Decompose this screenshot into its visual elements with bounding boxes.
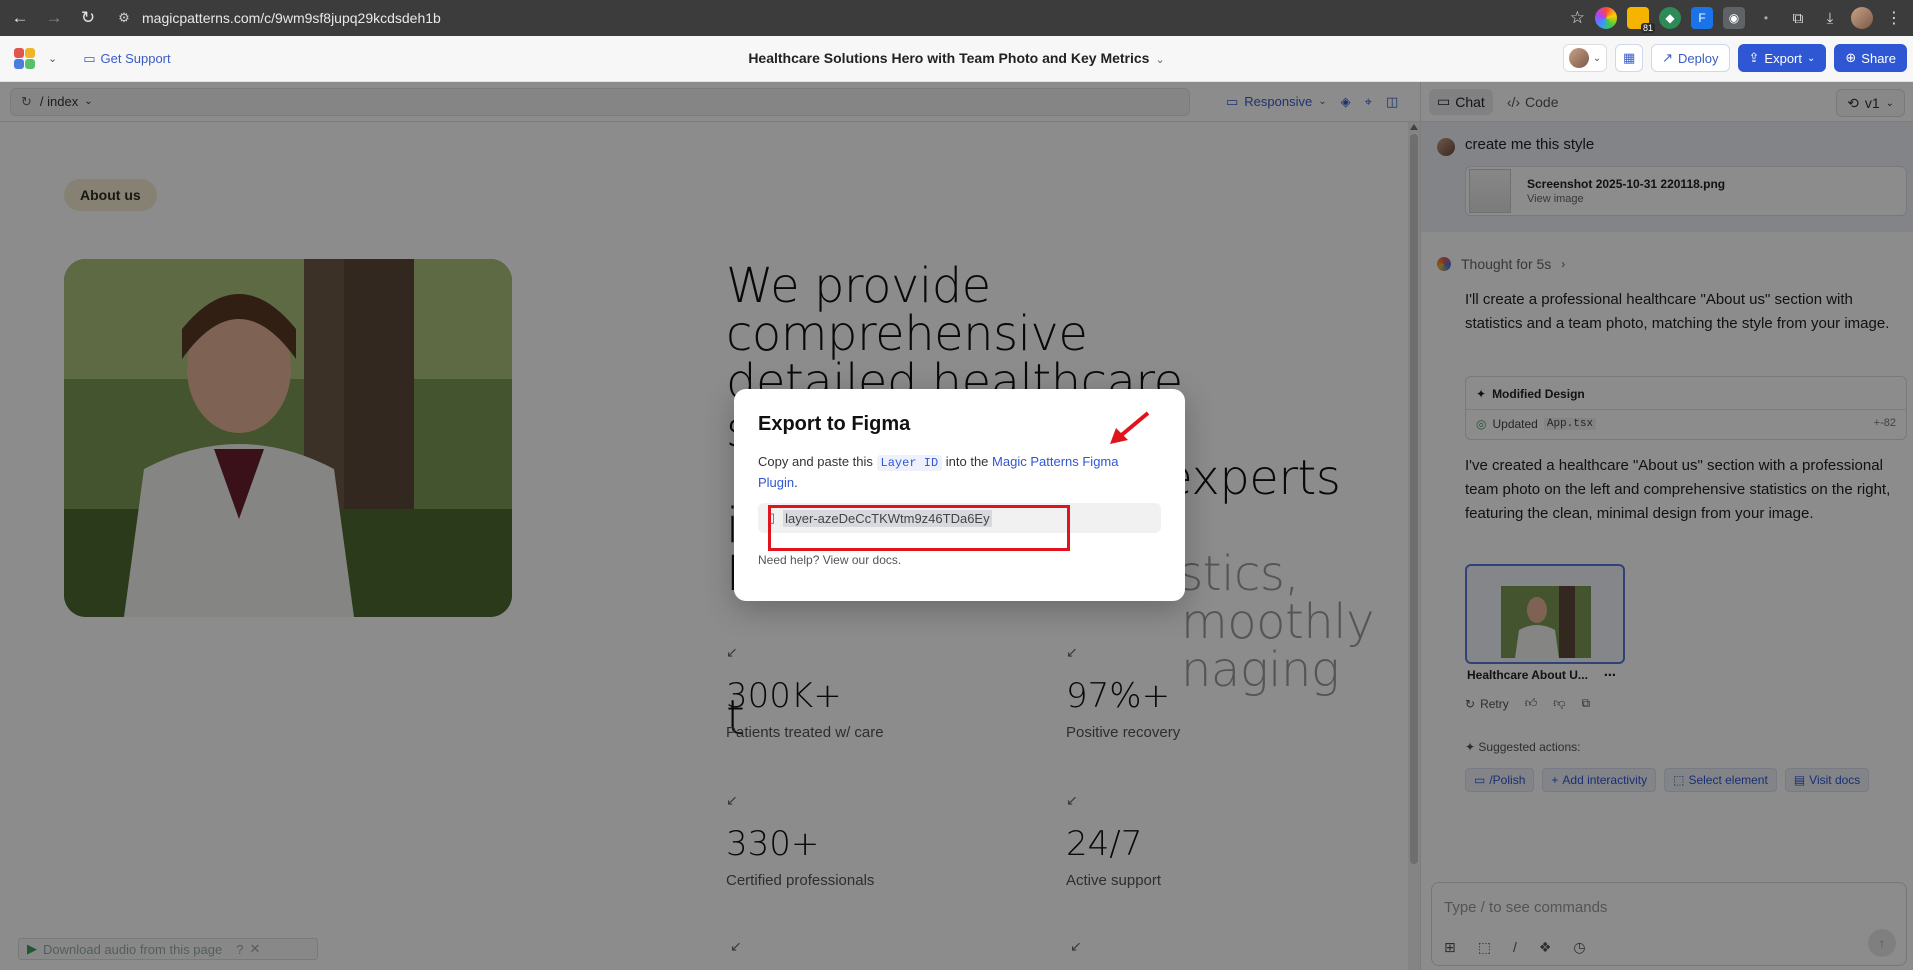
- get-support-label: Get Support: [100, 51, 171, 66]
- extension-leaf-icon[interactable]: ◆: [1659, 7, 1681, 29]
- chat-bubble-icon: ▭: [83, 50, 96, 66]
- extension-badge-icon[interactable]: 81: [1627, 7, 1655, 33]
- url-text: magicpatterns.com/c/9wm9sf8jupq29kcdsdeh…: [142, 10, 441, 26]
- header-actions: ⌄ ▦ ↗ Deploy ⇪ Export ⌄ ⊕ Share: [1562, 44, 1907, 72]
- export-button[interactable]: ⇪ Export ⌄: [1737, 44, 1827, 72]
- dialog-title: Export to Figma: [758, 413, 911, 435]
- magic-patterns-logo[interactable]: [14, 47, 36, 70]
- extension-figma-icon[interactable]: F: [1691, 7, 1713, 29]
- collaborators-button[interactable]: ⌄: [1562, 44, 1608, 72]
- upload-icon: ⇪: [1748, 50, 1760, 65]
- external-link-icon: ↗: [1662, 50, 1674, 65]
- address-bar[interactable]: ⚙ magicpatterns.com/c/9wm9sf8jupq29kcdsd…: [110, 4, 1550, 32]
- layout-button[interactable]: ▦: [1615, 44, 1644, 72]
- download-icon[interactable]: ⤓: [1819, 7, 1841, 29]
- layer-id-code: Layer ID: [876, 455, 943, 471]
- browser-extensions: ☆ 81 ◆ F ◉ • ⧉ ⤓ ⋮: [1570, 0, 1905, 36]
- annotation-arrow-icon: [1110, 411, 1150, 444]
- chevron-down-icon: ⌄: [1155, 54, 1165, 66]
- forward-icon[interactable]: →: [40, 4, 68, 32]
- site-info-icon[interactable]: ⚙: [116, 10, 132, 26]
- grid-icon: ▦: [1622, 50, 1636, 65]
- help-docs-link[interactable]: Need help? View our docs.: [758, 553, 1161, 567]
- profile-avatar[interactable]: [1851, 7, 1873, 29]
- app-header: ⌄ ▭ Get Support Healthcare Solutions Her…: [0, 36, 1913, 82]
- extension-dot-icon[interactable]: •: [1755, 7, 1777, 29]
- chevron-down-icon[interactable]: ⌄: [48, 52, 57, 65]
- annotation-highlight-box: [768, 505, 1070, 551]
- browser-menu-icon[interactable]: ⋮: [1883, 7, 1905, 29]
- get-support-button[interactable]: ▭ Get Support: [83, 51, 170, 67]
- extension-camera-icon[interactable]: ◉: [1723, 7, 1745, 29]
- deploy-button[interactable]: ↗ Deploy: [1651, 44, 1730, 72]
- extensions-puzzle-icon[interactable]: ⧉: [1787, 7, 1809, 29]
- back-icon[interactable]: ←: [6, 4, 34, 32]
- dialog-description: Copy and paste this Layer ID into the Ma…: [758, 454, 1119, 490]
- extension-badge-count: 81: [1640, 23, 1655, 33]
- browser-toolbar: ← → ↻ ⚙ magicpatterns.com/c/9wm9sf8jupq2…: [0, 0, 1913, 36]
- chevron-down-icon: ⌄: [1807, 52, 1816, 64]
- globe-icon: ⊕: [1845, 50, 1857, 65]
- share-button[interactable]: ⊕ Share: [1834, 44, 1907, 72]
- user-avatar: [1568, 48, 1589, 68]
- chevron-down-icon: ⌄: [1592, 52, 1602, 64]
- reload-icon[interactable]: ↻: [74, 4, 102, 32]
- bookmark-star-icon[interactable]: ☆: [1570, 8, 1585, 28]
- extension-color-icon[interactable]: [1595, 7, 1617, 29]
